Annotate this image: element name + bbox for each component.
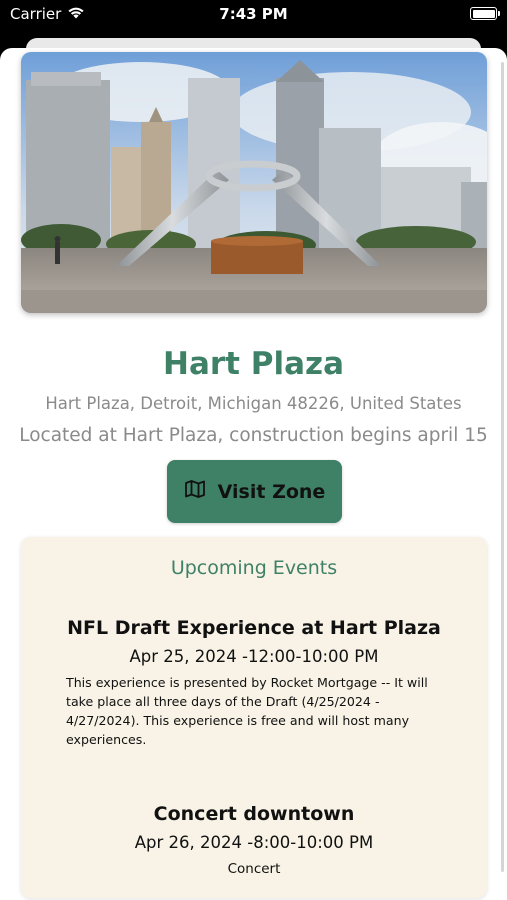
- event-datetime: Apr 25, 2024 -12:00-10:00 PM: [129, 647, 379, 666]
- event-title: NFL Draft Experience at Hart Plaza: [67, 617, 441, 639]
- visit-zone-button[interactable]: Visit Zone: [167, 460, 342, 523]
- visit-zone-label: Visit Zone: [217, 480, 326, 503]
- place-photo: [21, 52, 487, 313]
- battery-icon: [470, 7, 500, 20]
- event-datetime: Apr 26, 2024 -8:00-10:00 PM: [134, 833, 374, 852]
- place-note: Located at Hart Plaza, construction begi…: [19, 425, 488, 446]
- place-title: Hart Plaza: [163, 346, 344, 382]
- event-description: This experience is presented by Rocket M…: [66, 675, 428, 747]
- event-item[interactable]: Concert downtown Apr 26, 2024 -8:00-10:0…: [21, 803, 487, 877]
- status-bar: Carrier 7:43 PM: [0, 0, 507, 30]
- status-time: 7:43 PM: [219, 5, 288, 23]
- place-address: Hart Plaza, Detroit, Michigan 48226, Uni…: [45, 394, 462, 413]
- upcoming-events-card: Upcoming Events NFL Draft Experience at …: [21, 537, 487, 898]
- event-item[interactable]: NFL Draft Experience at Hart Plaza Apr 2…: [21, 617, 487, 749]
- events-heading: Upcoming Events: [170, 557, 338, 579]
- event-description: Concert: [227, 861, 281, 877]
- event-title: Concert downtown: [153, 803, 355, 825]
- zone-detail-sheet[interactable]: Hart Plaza Hart Plaza, Detroit, Michigan…: [0, 48, 507, 900]
- scroll-indicator[interactable]: [501, 62, 504, 872]
- map-icon: [184, 479, 206, 504]
